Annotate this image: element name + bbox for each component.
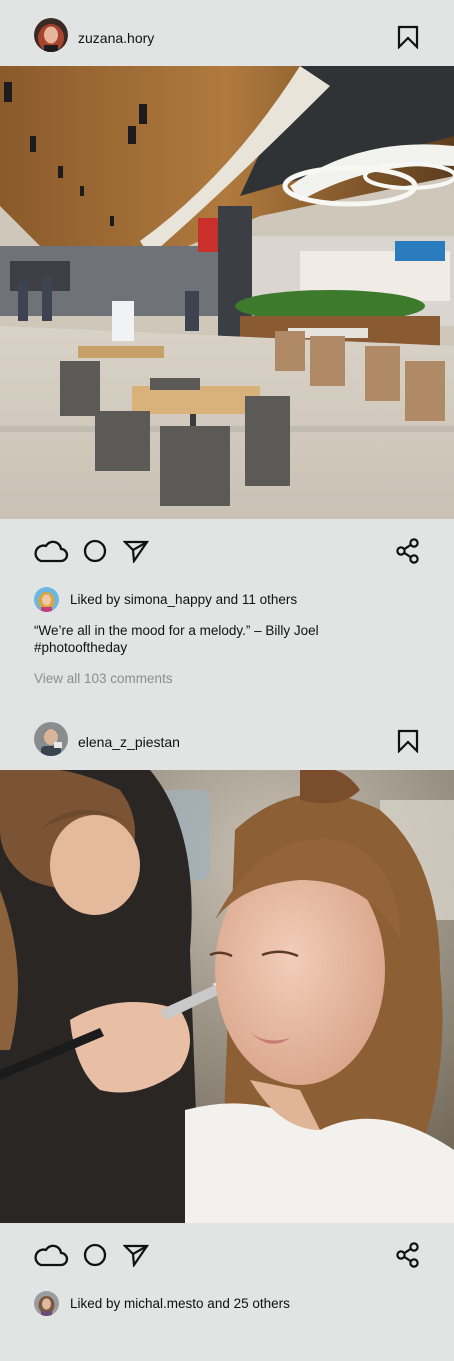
cloud-icon[interactable] (33, 1242, 69, 1273)
circle-icon[interactable] (83, 539, 107, 568)
caption-text: “We’re all in the mood for a melody.” – … (34, 623, 319, 638)
post-header: zuzana.hory (0, 0, 454, 66)
post: elena_z_piestan Liked by michal.mesto an… (0, 704, 454, 1361)
cloud-icon[interactable] (33, 538, 69, 569)
share-icon[interactable] (396, 1242, 420, 1273)
liker-avatar[interactable] (34, 1291, 59, 1316)
post-photo[interactable] (0, 66, 454, 519)
likes-text[interactable]: Liked by michal.mesto and 25 others (70, 1296, 290, 1311)
post: zuzana.hory Liked by simona_happy and 11… (0, 0, 454, 700)
share-icon[interactable] (396, 538, 420, 569)
likes-row: Liked by simona_happy and 11 others (0, 587, 454, 613)
view-comments-link[interactable]: View all 103 comments (34, 671, 173, 686)
food-court-photo (0, 66, 454, 519)
send-arrow-icon[interactable] (122, 539, 150, 568)
user-avatar[interactable] (34, 18, 68, 52)
post-actions (0, 1236, 454, 1276)
likes-row: Liked by michal.mesto and 25 others (0, 1291, 454, 1317)
feed: zuzana.hory Liked by simona_happy and 11… (0, 0, 454, 1361)
circle-icon[interactable] (83, 1243, 107, 1272)
caption-hashtag[interactable]: #photooftheday (34, 639, 414, 656)
post-photo[interactable] (0, 770, 454, 1223)
bookmark-icon[interactable] (396, 729, 420, 754)
likes-text[interactable]: Liked by simona_happy and 11 others (70, 592, 297, 607)
username[interactable]: elena_z_piestan (78, 734, 180, 750)
post-actions (0, 532, 454, 572)
post-header: elena_z_piestan (0, 704, 454, 770)
liker-avatar[interactable] (34, 587, 59, 612)
username[interactable]: zuzana.hory (78, 30, 154, 46)
makeup-artist-photo (0, 770, 454, 1223)
user-avatar[interactable] (34, 722, 68, 756)
bookmark-icon[interactable] (396, 25, 420, 50)
send-arrow-icon[interactable] (122, 1243, 150, 1272)
caption: “We’re all in the mood for a melody.” – … (34, 622, 414, 656)
